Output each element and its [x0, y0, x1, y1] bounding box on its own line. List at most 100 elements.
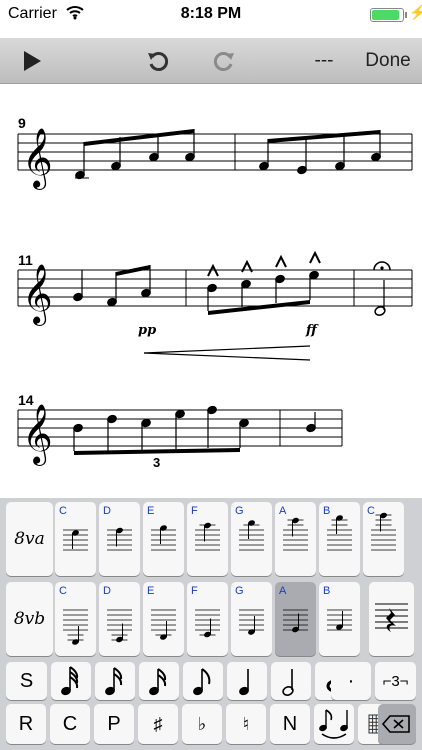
flat-icon: ♭	[197, 713, 207, 734]
pitch-key-a-low-5[interactable]: A	[275, 582, 316, 656]
pitch-label: C	[59, 505, 67, 517]
measure-11-notes	[73, 265, 151, 307]
battery-icon	[370, 8, 404, 22]
clock: 8:18 PM	[180, 5, 242, 22]
thirty-second-note-key[interactable]	[95, 662, 135, 700]
pitch-key-c-high-0[interactable]: C	[55, 502, 96, 576]
p-label: P	[107, 712, 121, 735]
note-keyboard: 8va C D E F G A B C 8vb C D E F G A B S · ⌐3¬ R C P ♯…	[0, 498, 422, 750]
octave-down-key[interactable]: 8vb	[6, 582, 53, 656]
pitch-label: F	[191, 505, 198, 517]
pitch-key-b-high-6[interactable]: B	[319, 502, 360, 576]
r-key[interactable]: R	[6, 704, 46, 744]
natural-key[interactable]: ♮	[226, 704, 266, 744]
pitch-key-g-high-4[interactable]: G	[231, 502, 272, 576]
quarter-note-icon	[239, 669, 249, 696]
tuplet-key[interactable]: ⌐3¬	[375, 662, 416, 700]
pitch-label: C	[367, 505, 375, 517]
screen: Carrier 8:18 PM ⚡ --- Done 9 𝄞 11 𝄞 pp f…	[0, 0, 422, 750]
treble-clef-icon: 𝄞	[22, 264, 53, 326]
pitch-label: D	[103, 585, 111, 597]
dynamic-ff: ff	[305, 323, 319, 338]
pitch-key-g-low-4[interactable]: G	[231, 582, 272, 656]
pitch-key-d-high-1[interactable]: D	[99, 502, 140, 576]
pitch-label: B	[323, 585, 331, 597]
quarter-rest-icon	[375, 603, 408, 632]
sharp-icon: ♯	[153, 713, 163, 734]
rest-key[interactable]	[369, 582, 414, 656]
toolbar: --- Done	[0, 38, 422, 84]
status-bar: Carrier 8:18 PM ⚡	[0, 0, 422, 30]
charging-icon: ⚡	[409, 4, 422, 20]
pitch-label: C	[59, 585, 67, 597]
backspace-icon	[381, 715, 410, 733]
crescendo-hairpin	[143, 345, 311, 361]
pitch-key-c-high-7[interactable]: C	[363, 502, 404, 576]
s-key[interactable]: S	[6, 662, 47, 700]
battery-tip	[405, 12, 407, 18]
dot-label: ·	[347, 669, 355, 692]
pitch-key-b-low-6[interactable]: B	[319, 582, 360, 656]
octave-down-label: 8vb	[13, 609, 46, 629]
half-note-key[interactable]	[271, 662, 311, 700]
pitch-label: E	[147, 585, 155, 597]
tuplet-label: ⌐3¬	[382, 672, 409, 690]
measure-15-notes	[306, 412, 316, 433]
done-button[interactable]: Done	[358, 46, 418, 76]
pitch-key-d-low-1[interactable]: D	[99, 582, 140, 656]
staff-system-1	[17, 133, 413, 171]
sixty-fourth-note-key[interactable]	[51, 662, 91, 700]
treble-clef-icon: 𝄞	[22, 404, 53, 466]
flat-key[interactable]: ♭	[182, 704, 222, 744]
tie-icon	[319, 709, 348, 739]
c-label: C	[62, 712, 78, 735]
measure-9-notes	[75, 129, 195, 180]
pitch-key-e-high-2[interactable]: E	[143, 502, 184, 576]
measure-14-notes	[73, 405, 249, 455]
redo-button[interactable]	[206, 46, 242, 76]
dot-key[interactable]: ·	[331, 662, 371, 700]
dynamic-pp: pp	[138, 323, 156, 338]
pitch-label: B	[323, 505, 331, 517]
tie-key[interactable]	[314, 704, 354, 744]
redo-icon	[213, 52, 234, 71]
n-key[interactable]: N	[270, 704, 310, 744]
delete-key[interactable]	[378, 704, 416, 744]
half-note-icon	[282, 669, 294, 696]
pitch-label: E	[147, 505, 155, 517]
tuplet-number: 3	[153, 455, 160, 470]
pitch-label: G	[235, 505, 244, 517]
quarter-note-key[interactable]	[227, 662, 267, 700]
r-label: R	[18, 712, 34, 735]
score-svg: 9 𝄞 11 𝄞 pp ff 14 𝄞 3	[17, 115, 413, 470]
p-key[interactable]: P	[94, 704, 134, 744]
play-icon	[24, 51, 41, 71]
n-label: N	[282, 712, 298, 735]
pitch-label: F	[191, 585, 198, 597]
pitch-label: G	[235, 585, 244, 597]
dashes-button[interactable]: ---	[302, 46, 346, 76]
pitch-key-a-high-5[interactable]: A	[275, 502, 316, 576]
undo-icon	[148, 52, 169, 71]
pitch-key-f-high-3[interactable]: F	[187, 502, 228, 576]
treble-clef-icon: 𝄞	[22, 128, 53, 190]
octave-up-key[interactable]: 8va	[6, 502, 53, 576]
sharp-key[interactable]: ♯	[138, 704, 178, 744]
pitch-key-e-low-2[interactable]: E	[143, 582, 184, 656]
thirty-second-note-icon	[105, 667, 123, 696]
natural-icon: ♮	[242, 713, 250, 734]
measure-10-notes	[259, 130, 381, 175]
score-view[interactable]: 9 𝄞 11 𝄞 pp ff 14 𝄞 3	[0, 84, 422, 498]
sixteenth-note-key[interactable]	[139, 662, 179, 700]
pitch-key-f-low-3[interactable]: F	[187, 582, 228, 656]
c-key[interactable]: C	[50, 704, 90, 744]
pitch-label: D	[103, 505, 111, 517]
undo-button[interactable]	[140, 46, 176, 76]
eighth-note-key[interactable]	[183, 662, 223, 700]
pitch-label: A	[279, 585, 287, 597]
pitch-key-c-low-0[interactable]: C	[55, 582, 96, 656]
pitch-label: A	[279, 505, 287, 517]
octave-up-label: 8va	[14, 529, 45, 549]
sixty-fourth-note-icon	[61, 666, 79, 696]
play-button[interactable]	[14, 46, 50, 76]
